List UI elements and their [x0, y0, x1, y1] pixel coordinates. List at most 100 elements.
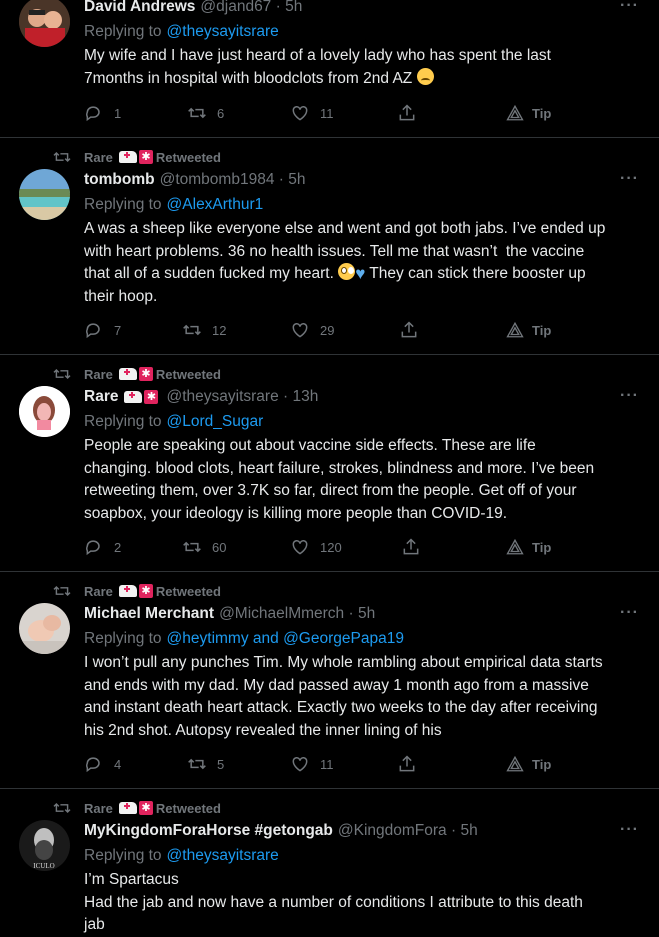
flushed-face-emoji-icon	[338, 263, 356, 280]
reply-context: Replying to @theysayitsrare	[84, 845, 279, 867]
tip-button[interactable]: Tip	[506, 753, 551, 775]
reply-context: Replying to @heytimmy and @GeorgePapa19	[84, 628, 404, 650]
tip-button[interactable]: Tip	[506, 102, 551, 124]
like-button[interactable]: 120	[290, 536, 342, 558]
tweet-2[interactable]: Rare ✱ Retweeted tombomb @tombomb1984 · …	[0, 138, 659, 355]
avatar-kingdomfora[interactable]: ICULO	[19, 820, 70, 871]
reply-icon	[86, 106, 100, 122]
retweet-indicator-icon	[53, 151, 71, 163]
share-button[interactable]	[401, 536, 431, 558]
author-handle[interactable]: @theysayitsrare · 13h	[166, 388, 318, 406]
tweet-3[interactable]: Rare ✱ Retweeted Rare ✱ @theysayitsrare …	[0, 355, 659, 572]
replying-to-link[interactable]: @AlexArthur1	[167, 196, 264, 214]
share-button[interactable]	[397, 102, 427, 124]
more-options-button[interactable]: ···	[620, 387, 639, 405]
retweeted-label: Retweeted	[155, 583, 221, 599]
like-button[interactable]: 11	[290, 102, 334, 124]
ambulance-siren-emoji-icon: ✱	[124, 390, 159, 404]
retweeted-label: Retweeted	[155, 800, 221, 816]
tweet-1[interactable]: David Andrews @djand67 · 5h ··· Replying…	[0, 0, 659, 138]
reply-button[interactable]: 7	[84, 319, 121, 341]
reply-icon	[86, 323, 100, 339]
blue-heart-emoji-icon: ♥	[355, 264, 366, 283]
author-name[interactable]: David Andrews	[84, 0, 195, 16]
avatar-michael-merchant[interactable]	[19, 603, 70, 654]
like-button[interactable]: 11	[290, 753, 334, 775]
replying-to-link[interactable]: @theysayitsrare	[167, 847, 279, 865]
more-options-button[interactable]: ···	[620, 0, 639, 15]
author-name[interactable]: Michael Merchant	[84, 605, 214, 623]
like-count: 29	[320, 322, 335, 338]
avatar-david-andrews[interactable]	[19, 0, 70, 47]
reply-button[interactable]: 1	[84, 102, 121, 124]
tweet-text: A was a sheep like everyone else and wen…	[84, 220, 606, 305]
heart-icon	[292, 539, 308, 555]
replying-label: Replying to	[84, 847, 162, 864]
like-count: 11	[320, 756, 334, 772]
author-handle[interactable]: @MichaelMmerch · 5h	[219, 605, 375, 623]
tweet-text: I’m Spartacus Had the jab and now have a…	[84, 871, 583, 933]
replying-label: Replying to	[84, 413, 162, 430]
more-options-button[interactable]: ···	[620, 604, 639, 622]
share-button[interactable]	[399, 319, 429, 341]
avatar-rare[interactable]	[19, 386, 70, 437]
tweet-4[interactable]: Rare ✱ Retweeted Michael Merchant @Micha…	[0, 572, 659, 789]
author-handle[interactable]: @tombomb1984 · 5h	[160, 171, 306, 189]
sad-face-emoji-icon	[416, 67, 434, 85]
replying-label: Replying to	[84, 630, 162, 647]
retweet-button[interactable]: 60	[182, 536, 226, 558]
retweet-count: 12	[212, 322, 227, 338]
share-icon	[399, 755, 415, 772]
replying-to-link[interactable]: @Lord_Sugar	[167, 413, 264, 431]
reply-context: Replying to @AlexArthur1	[84, 194, 263, 216]
reply-button[interactable]: 4	[84, 753, 121, 775]
author-name[interactable]: Rare	[84, 388, 118, 406]
reply-context: Replying to @theysayitsrare	[84, 21, 279, 43]
retweet-count: 60	[212, 539, 227, 555]
tip-button[interactable]: Tip	[506, 536, 551, 558]
heart-icon	[292, 105, 308, 121]
like-button[interactable]: 29	[290, 319, 334, 341]
author-handle[interactable]: @KingdomFora · 5h	[338, 822, 478, 840]
retweet-icon	[183, 324, 201, 336]
author-handle[interactable]: @djand67 · 5h	[200, 0, 302, 16]
retweeter-name[interactable]: Rare	[84, 801, 113, 816]
reply-icon	[86, 757, 100, 773]
tip-label: Tip	[532, 539, 552, 555]
reply-count: 2	[114, 539, 122, 555]
tweet-text: I won’t pull any punches Tim. My whole r…	[84, 654, 603, 739]
tweet-5[interactable]: Rare ✱ Retweeted ICULO MyKingdomForaHors…	[0, 789, 659, 933]
share-icon	[403, 538, 419, 555]
replying-to-link[interactable]: @theysayitsrare	[167, 23, 279, 41]
retweet-button[interactable]: 6	[187, 102, 224, 124]
tip-icon	[506, 538, 524, 555]
replying-label: Replying to	[84, 23, 162, 40]
retweeter-name[interactable]: Rare	[84, 150, 113, 165]
tip-button[interactable]: Tip	[506, 319, 551, 341]
more-options-button[interactable]: ···	[620, 170, 639, 188]
reply-icon	[86, 540, 100, 556]
retweet-button[interactable]: 5	[187, 753, 224, 775]
retweet-icon	[188, 758, 206, 770]
retweet-context: Rare ✱ Retweeted	[52, 581, 221, 601]
tip-icon	[506, 104, 524, 121]
ambulance-siren-emoji-icon: ✱	[118, 367, 153, 381]
retweeter-name[interactable]: Rare	[84, 584, 113, 599]
like-count: 120	[320, 539, 342, 555]
retweeter-name[interactable]: Rare	[84, 367, 113, 382]
retweeted-label: Retweeted	[155, 149, 221, 165]
reply-count: 1	[114, 105, 122, 121]
avatar-tombomb[interactable]	[19, 169, 70, 220]
reply-count: 4	[114, 756, 122, 772]
author-name[interactable]: MyKingdomForaHorse #getongab	[84, 822, 333, 840]
reply-button[interactable]: 2	[84, 536, 121, 558]
reply-context: Replying to @Lord_Sugar	[84, 411, 263, 433]
ambulance-siren-emoji-icon: ✱	[118, 584, 153, 598]
more-options-button[interactable]: ···	[620, 821, 639, 839]
share-button[interactable]	[397, 753, 427, 775]
replying-to-link[interactable]: @heytimmy and @GeorgePapa19	[167, 630, 404, 648]
retweet-icon	[188, 107, 206, 119]
author-name[interactable]: tombomb	[84, 171, 155, 189]
retweet-button[interactable]: 12	[182, 319, 226, 341]
ambulance-siren-emoji-icon: ✱	[118, 801, 153, 815]
